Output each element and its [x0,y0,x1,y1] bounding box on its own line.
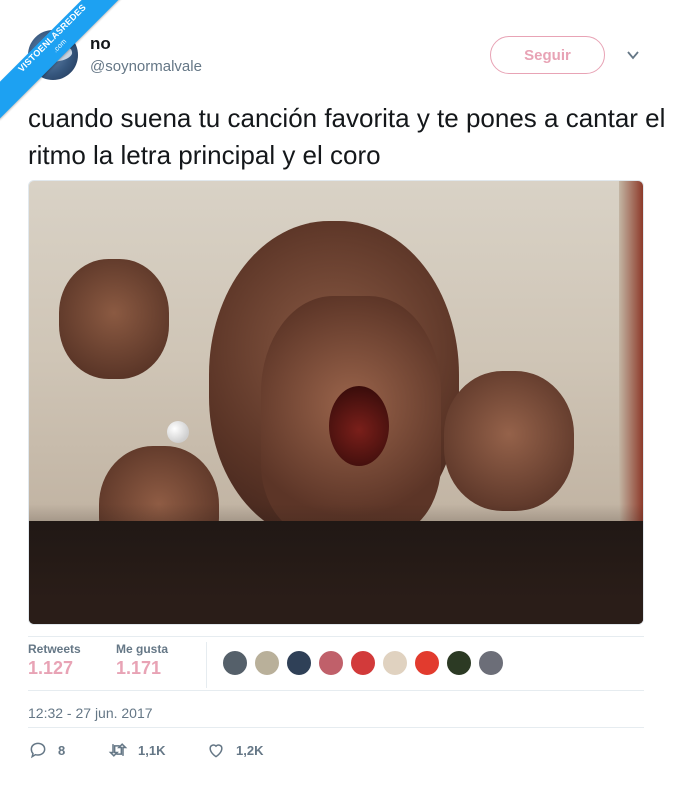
image-shadow [29,504,643,624]
follow-button[interactable]: Seguir [490,36,605,74]
tweet-actions: 8 1,1K 1,2K [28,738,428,762]
user-handle[interactable]: @soynormalvale [90,58,202,75]
liker-avatar[interactable] [318,650,344,676]
retweet-icon [108,743,128,757]
retweets-stat[interactable]: Retweets 1.127 [28,642,81,679]
reply-button[interactable]: 8 [28,738,65,762]
retweet-count: 1,1K [138,742,166,758]
tweet-text: cuando suena tu canción favorita y te po… [28,103,666,170]
likes-stat[interactable]: Me gusta 1.171 [116,642,168,679]
liker-avatar[interactable] [414,650,440,676]
reply-icon [30,742,46,759]
retweets-label: Retweets [28,642,81,656]
liker-avatar[interactable] [446,650,472,676]
tweet-header: no @soynormalvale Seguir [28,28,668,88]
tweet-timestamp[interactable]: 12:32 - 27 jun. 2017 [28,705,153,721]
retweet-button[interactable]: 1,1K [108,738,165,762]
reply-count: 8 [58,742,66,758]
user-name[interactable]: no [90,34,111,54]
heart-icon [209,744,223,758]
stats-separator [206,642,207,688]
retweets-count: 1.127 [28,658,74,678]
divider [28,690,644,691]
liker-avatar[interactable] [350,650,376,676]
divider [28,636,644,637]
likes-count: 1.171 [116,658,162,678]
tweet-image[interactable] [28,180,644,625]
image-mouth [329,386,389,466]
liker-avatar[interactable] [382,650,408,676]
like-count: 1,2K [236,742,264,758]
likes-label: Me gusta [116,642,169,656]
engagement-stats: Retweets 1.127 Me gusta 1.171 [28,642,644,690]
image-face-top-left [59,259,169,379]
like-button[interactable]: 1,2K [206,738,263,762]
image-face-right [444,371,574,511]
chevron-down-icon[interactable] [626,48,640,62]
image-earring [167,421,189,443]
divider [28,727,644,728]
liker-avatar[interactable] [286,650,312,676]
liker-avatar[interactable] [478,650,504,676]
liker-avatar[interactable] [222,650,248,676]
liker-avatar[interactable] [254,650,280,676]
